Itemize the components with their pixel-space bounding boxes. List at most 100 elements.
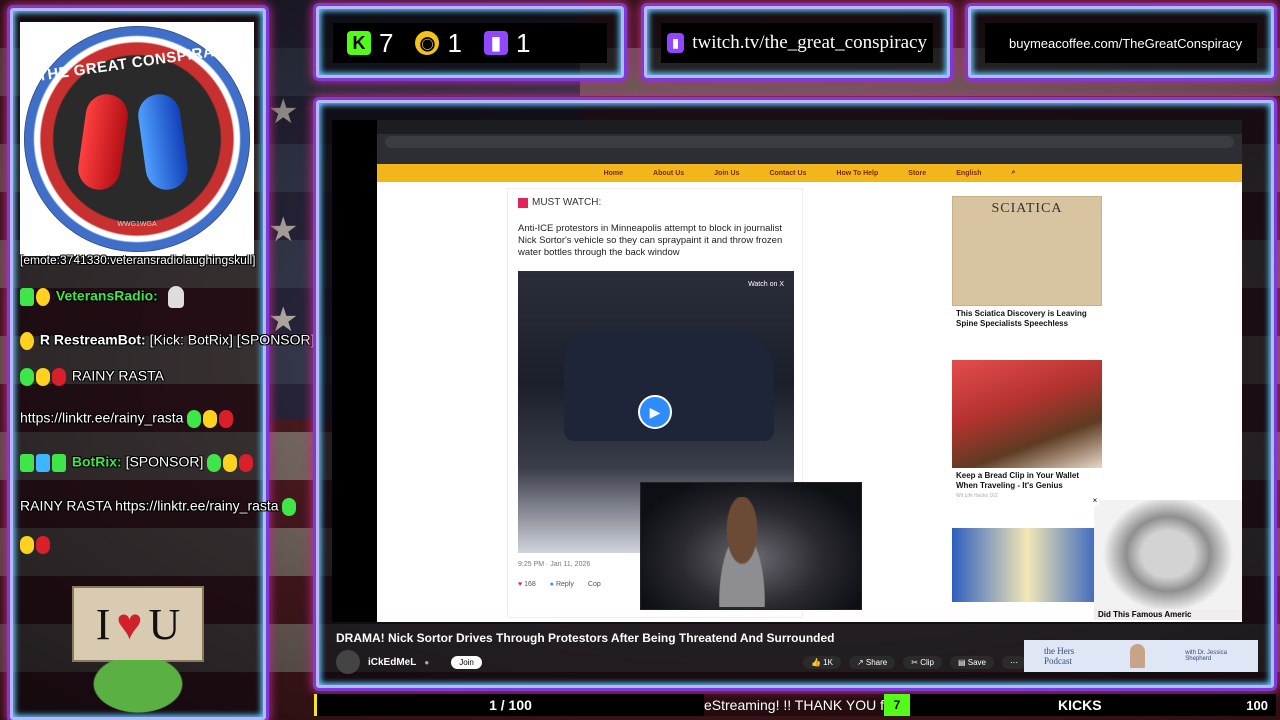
share-label: Share [865, 657, 888, 667]
kick-badge-icon [20, 288, 34, 306]
browser-address-bar [385, 136, 1234, 148]
chat-text: RAINY RASTA https://linktr.ee/rainy_rast… [20, 497, 279, 514]
chat-message: R RestreamBot: [Kick: BotRix] [SPONSOR] [20, 332, 315, 350]
car-image [564, 331, 774, 441]
chat-message: VeteransRadio: [20, 286, 184, 308]
frog-mascot-icon [82, 660, 194, 720]
chat-username[interactable]: BotRix: [72, 454, 122, 470]
kick-count-badge: 7 [884, 694, 910, 716]
play-icon[interactable]: ▶ [638, 395, 672, 429]
thumbs-up-icon: 👍 [810, 657, 821, 667]
nav-store[interactable]: Store [908, 170, 926, 177]
sign-letter-i: I [95, 599, 111, 649]
yellow-heart-icon [36, 368, 50, 386]
join-button[interactable]: Join [451, 655, 482, 669]
logo-title: THE GREAT CONSPIRACY [36, 40, 238, 85]
ad-image: SCIATICA [952, 196, 1102, 306]
follower-stats: K 7 ◉ 1 ▮ 1 [333, 23, 607, 63]
copy-button[interactable]: Cop [588, 581, 601, 588]
watch-on-x-label[interactable]: Watch on X [748, 281, 784, 288]
podcast-promo[interactable]: the Hers Podcast with Dr. Jessica Shephe… [1024, 640, 1258, 672]
rumble-count: 1 [447, 27, 462, 58]
green-heart-icon [207, 454, 222, 472]
browser-tabs [377, 120, 1242, 134]
green-heart-icon [187, 410, 202, 428]
promo-title: the Hers Podcast [1044, 646, 1075, 666]
clip-button[interactable]: ✂ Clip [903, 655, 942, 669]
ad-image [952, 360, 1102, 468]
like-button[interactable]: ♥ 168 [518, 581, 536, 588]
twitch-url[interactable]: twitch.tv/the_great_conspiracy [692, 32, 927, 54]
reply-label: Reply [555, 581, 574, 588]
ad-image-title: SCIATICA [991, 201, 1063, 216]
kicks-goal-bar: KICKS 100 [910, 694, 1276, 716]
goal-progress: 1 / 100 [489, 697, 532, 713]
post-timestamp: 9:25 PM · Jan 11, 2026 [518, 561, 591, 568]
blue-pill-icon [135, 91, 191, 193]
bmc-url[interactable]: buymeacoffee.com/TheGreatConspiracy [1009, 36, 1242, 51]
more-button[interactable]: ⋯ [1002, 655, 1026, 669]
ad-caption[interactable]: This Sciatica Discovery is Leaving Spine… [952, 306, 1102, 331]
heart-icon: ♥ [518, 581, 523, 588]
popup-ad[interactable]: × Did This Famous Americ [1090, 496, 1242, 620]
nav-contact[interactable]: Contact Us [769, 170, 806, 177]
chat-message: RAINY RASTA https://linktr.ee/rainy_rast… [20, 498, 298, 516]
logo-emblem: THE GREAT CONSPIRACY WWG1WGA [24, 26, 250, 252]
ad-cream[interactable] [952, 528, 1102, 602]
nav-home[interactable]: Home [604, 170, 623, 177]
follower-stats-box: K 7 ◉ 1 ▮ 1 [316, 6, 624, 78]
browser-bookmarks [385, 152, 1234, 160]
post-header: MUST WATCH: [518, 197, 601, 208]
rumble-icon: ◉ [415, 31, 440, 55]
save-button[interactable]: ▤ Save [949, 655, 994, 669]
kick-stat: K 7 [347, 28, 393, 59]
video-info-row: iCkEdMeL ● Join 👍 1K ↗ Share ✂ Clip ▤ Sa… [336, 650, 1026, 674]
nav-join[interactable]: Join Us [714, 170, 739, 177]
nav-language[interactable]: English [956, 170, 981, 177]
share-button[interactable]: ↗ Share [848, 655, 896, 669]
bmc-link[interactable]: buymeacoffee.com/TheGreatConspiracy [985, 23, 1257, 63]
chat-message: [emote:3741330:veteransradiolaughingskul… [20, 253, 256, 267]
ad-sciatica[interactable]: SCIATICA This Sciatica Discovery is Leav… [952, 196, 1102, 332]
chat-text: [Kick: BotRix] [SPONSOR] [149, 331, 315, 348]
red-heart-icon [219, 410, 234, 428]
promo-subtitle: with Dr. Jessica Shepherd [1185, 650, 1227, 662]
ticker-text: eStreaming! !! THANK YOU fr [704, 697, 884, 713]
twitch-icon: ▮ [483, 31, 508, 55]
ticker: eStreaming! !! THANK YOU fr [704, 694, 884, 716]
kick-badge-icon [20, 454, 34, 472]
sign-letter-u: U [148, 599, 181, 649]
ad-caption[interactable]: Keep a Bread Clip in Your Wallet When Tr… [952, 468, 1102, 493]
chat-message: BotRix: [SPONSOR] [20, 454, 255, 472]
channel-name[interactable]: iCkEdMeL [368, 657, 416, 668]
like-count: 168 [524, 581, 536, 588]
reply-button[interactable]: ● Reply [550, 581, 574, 588]
rumble-badge-icon [20, 332, 34, 350]
chat-link[interactable]: https://linktr.ee/rainy_rasta [20, 410, 183, 426]
like-button[interactable]: 👍 1K [802, 655, 841, 669]
i-love-u-sign: I ♥ U [72, 586, 204, 662]
scissors-icon: ✂ [911, 657, 918, 667]
browser-chrome [377, 120, 1242, 164]
chat-message: RAINY RASTA [20, 368, 164, 386]
red-heart-icon [36, 536, 50, 554]
badge-icon [36, 288, 50, 306]
chat-message [20, 536, 52, 554]
chat-username[interactable]: RestreamBot: [54, 332, 146, 348]
ad-wallet[interactable]: Keep a Bread Clip in Your Wallet When Tr… [952, 360, 1102, 500]
reply-icon: ● [549, 581, 555, 588]
yellow-heart-icon [223, 454, 238, 472]
channel-logo: THE GREAT CONSPIRACY WWG1WGA [20, 22, 254, 256]
promo-host-image [1130, 644, 1146, 668]
close-icon[interactable]: × [1090, 496, 1100, 506]
chat-text: [SPONSOR] [125, 453, 204, 470]
nav-help[interactable]: How To Help [836, 170, 878, 177]
logo-subtitle: WWG1WGA [117, 221, 157, 228]
channel-avatar[interactable] [336, 650, 360, 674]
chat-username[interactable]: VeteransRadio: [56, 288, 158, 304]
twitch-link[interactable]: ▮ twitch.tv/the_great_conspiracy [661, 23, 933, 63]
post-text: Anti-ICE protestors in Minneapolis attem… [518, 223, 783, 258]
post-actions: ♥ 168 ● Reply Cop [518, 581, 601, 588]
search-icon[interactable]: ⌕ [1011, 169, 1015, 177]
nav-about[interactable]: About Us [653, 170, 684, 177]
